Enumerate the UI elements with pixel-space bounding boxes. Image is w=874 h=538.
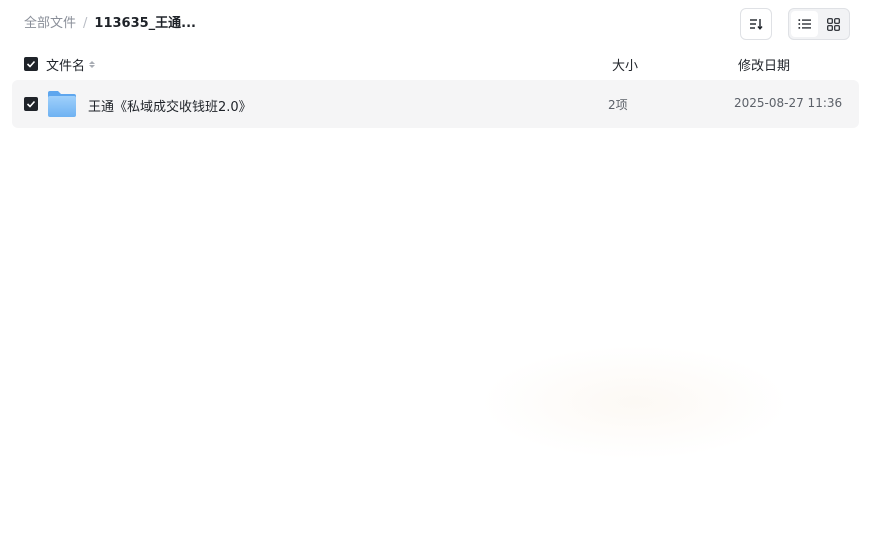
- checkmark-icon: [26, 100, 36, 108]
- column-header-date[interactable]: 修改日期: [738, 55, 790, 74]
- file-row[interactable]: 王通《私域成交收钱班2.0》 2项 2025-08-27 11:36: [12, 80, 859, 128]
- sort-icon: [750, 19, 763, 30]
- folder-icon: [48, 91, 76, 117]
- grid-view-button[interactable]: [820, 11, 847, 37]
- column-header-name-label: 文件名: [46, 59, 86, 74]
- sort-button[interactable]: [740, 8, 772, 40]
- list-view-icon: [798, 19, 811, 29]
- breadcrumb: 全部文件 / 113635_王通...: [24, 15, 196, 33]
- breadcrumb-separator: /: [83, 16, 88, 31]
- view-mode-toggle: [788, 8, 850, 40]
- file-size: 2项: [608, 98, 628, 112]
- top-bar: 全部文件 / 113635_王通...: [0, 0, 874, 48]
- select-all-checkbox[interactable]: [24, 57, 38, 71]
- list-view-button[interactable]: [791, 11, 818, 37]
- breadcrumb-root[interactable]: 全部文件: [24, 15, 76, 33]
- file-modified-date: 2025-08-27 11:36: [734, 96, 843, 110]
- grid-view-icon: [827, 17, 840, 31]
- column-header-name[interactable]: 文件名: [46, 55, 96, 74]
- file-list-header: 文件名 大小 修改日期: [12, 50, 859, 78]
- checkmark-icon: [26, 60, 36, 68]
- file-name[interactable]: 王通《私域成交收钱班2.0》: [88, 96, 252, 115]
- row-checkbox[interactable]: [24, 97, 38, 111]
- background-glow: [480, 345, 790, 460]
- sort-arrows-icon: [89, 61, 96, 68]
- breadcrumb-current: 113635_王通...: [94, 16, 196, 31]
- column-header-size[interactable]: 大小: [612, 55, 638, 74]
